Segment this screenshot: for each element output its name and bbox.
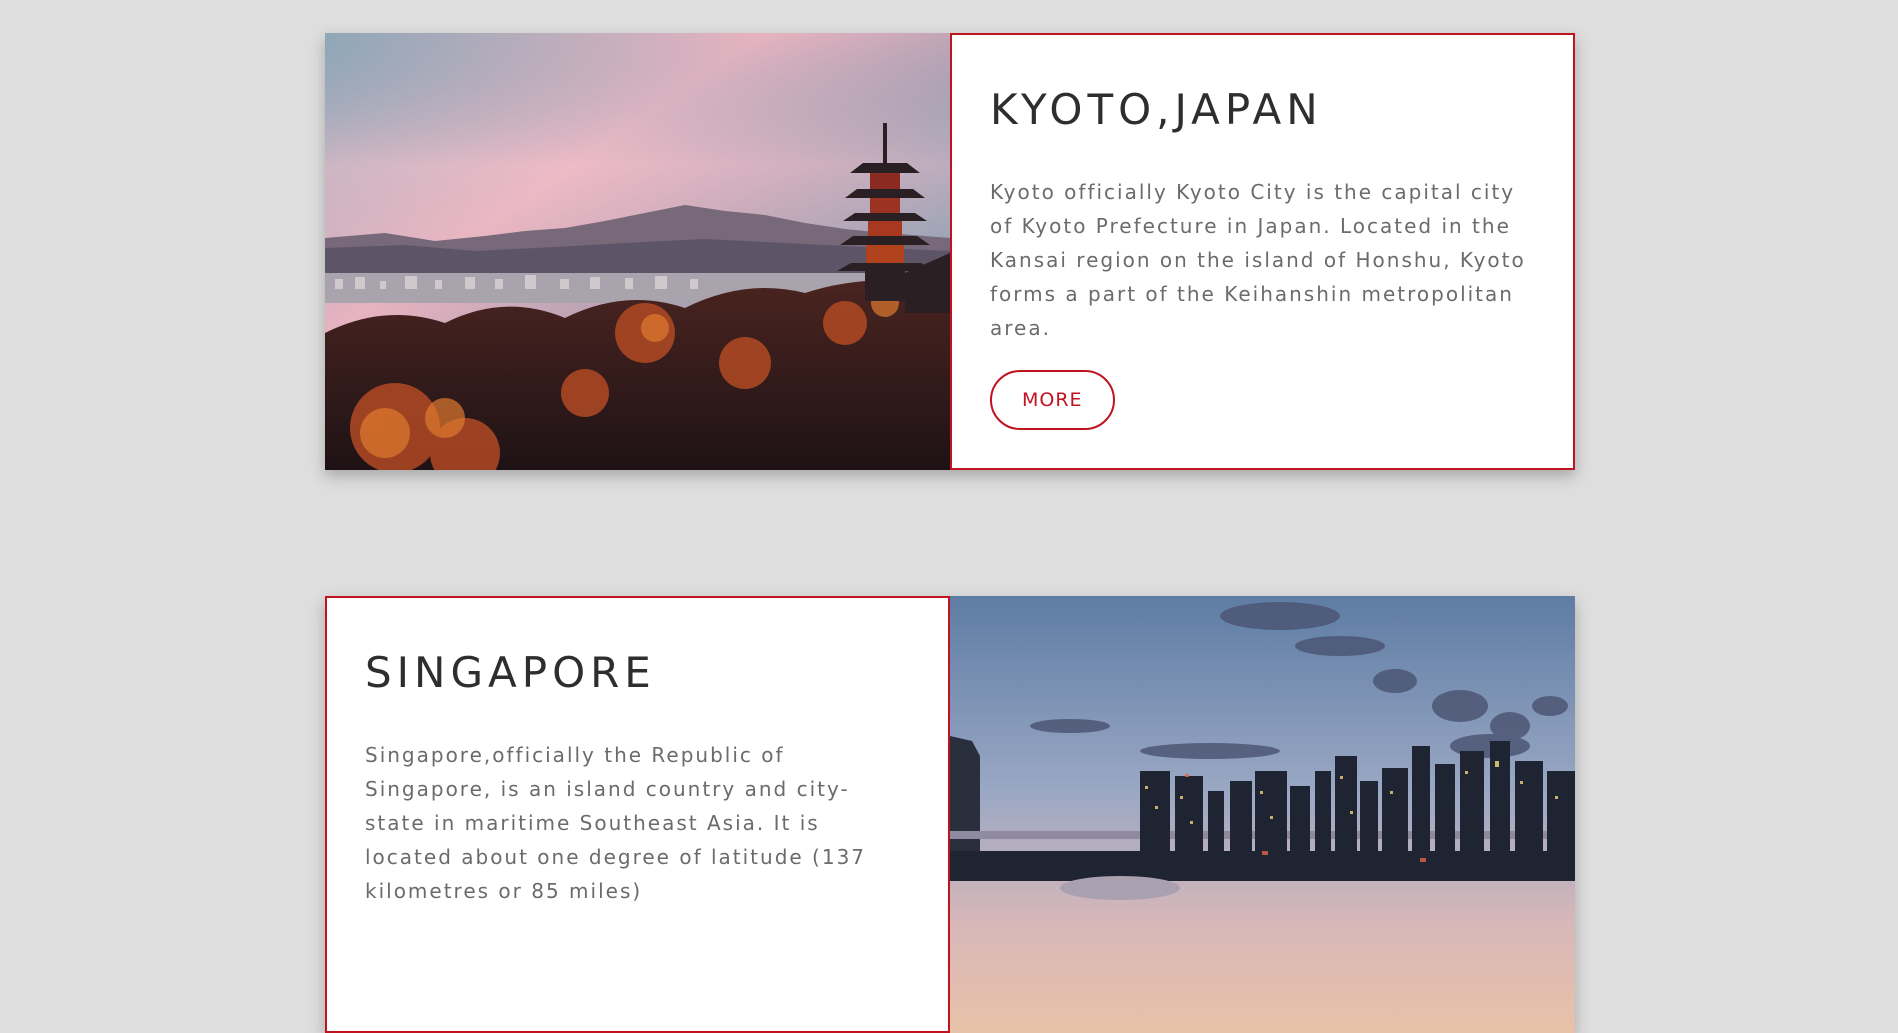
kyoto-info-panel: KYOTO,JAPAN Kyoto officially Kyoto City … xyxy=(950,33,1575,470)
card-description: Singapore,officially the Republic of Sin… xyxy=(365,742,867,903)
destination-card-kyoto: KYOTO,JAPAN Kyoto officially Kyoto City … xyxy=(325,33,1575,470)
singapore-info-panel: SINGAPORE Singapore,officially the Repub… xyxy=(325,596,950,1033)
destination-card-singapore: SINGAPORE Singapore,officially the Repub… xyxy=(325,596,1575,1033)
card-description: Kyoto officially Kyoto City is the capit… xyxy=(990,179,1526,340)
singapore-photo xyxy=(950,596,1575,1033)
more-button[interactable]: MORE xyxy=(990,369,1115,430)
kyoto-photo xyxy=(325,33,950,470)
card-title: KYOTO,JAPAN xyxy=(990,85,1323,134)
card-title: SINGAPORE xyxy=(365,648,656,697)
